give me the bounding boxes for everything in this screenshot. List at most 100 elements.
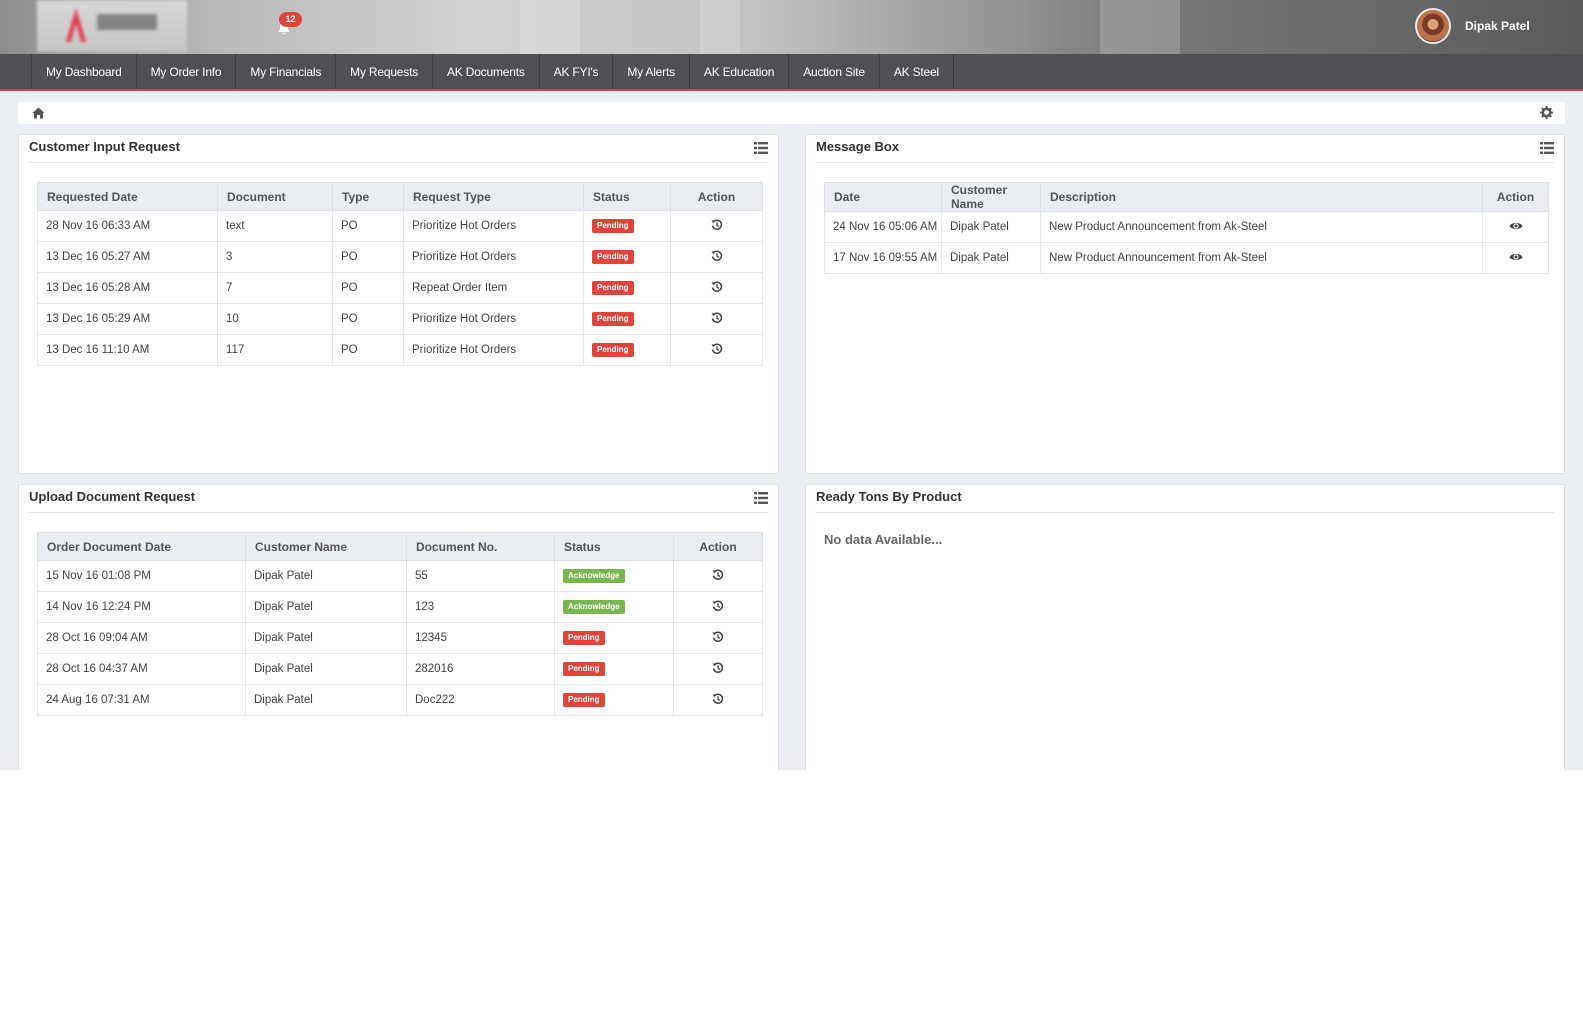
user-name: Dipak Patel (1465, 19, 1530, 33)
message-box-panel: Message Box Date Customer Name Descripti… (805, 134, 1565, 474)
eye-icon[interactable] (1509, 221, 1523, 234)
ready-tons-panel: Ready Tons By Product No data Available.… (805, 484, 1565, 770)
panel-title: Customer Input Request (29, 139, 180, 154)
customer-name: Dipak Patel (941, 242, 1041, 274)
nav-my-alerts[interactable]: My Alerts (613, 54, 690, 89)
nav-my-dashboard[interactable]: My Dashboard (31, 54, 137, 89)
nav-auction-site[interactable]: Auction Site (789, 54, 880, 89)
requested-date: 13 Dec 16 05:29 AM (37, 303, 218, 335)
table-row: 14 Nov 16 12:24 PM Dipak Patel 123 Ackno… (37, 591, 763, 623)
list-icon[interactable] (754, 491, 768, 509)
order-document-date: 28 Oct 16 09:04 AM (37, 622, 246, 654)
table-row: 28 Oct 16 04:37 AM Dipak Patel 282016 Pe… (37, 653, 763, 685)
history-icon[interactable] (711, 219, 723, 234)
document-number: 282016 (406, 653, 555, 685)
status-badge: Pending (592, 312, 634, 326)
column-header[interactable]: Document No. (406, 532, 555, 561)
panel-title: Ready Tons By Product (816, 489, 962, 504)
table-row: 13 Dec 16 05:27 AM 3 PO Prioritize Hot O… (37, 241, 763, 273)
customer-name: Dipak Patel (245, 653, 407, 685)
table-row: 24 Nov 16 05:06 AM Dipak Patel New Produ… (824, 211, 1549, 243)
user-menu[interactable]: Dipak Patel (1415, 7, 1530, 45)
customer-input-request-panel: Customer Input Request Requested Date Do… (18, 134, 779, 474)
column-header[interactable]: Requested Date (37, 182, 218, 211)
history-icon[interactable] (712, 569, 724, 584)
column-header[interactable]: Customer Name (941, 182, 1041, 212)
history-icon[interactable] (711, 312, 723, 327)
history-icon[interactable] (712, 631, 724, 646)
type: PO (332, 241, 404, 273)
column-header[interactable]: Customer Name (245, 532, 407, 561)
column-header[interactable]: Request Type (403, 182, 584, 211)
nav-my-requests[interactable]: My Requests (336, 54, 433, 89)
table-row: 13 Dec 16 05:28 AM 7 PO Repeat Order Ite… (37, 272, 763, 304)
column-header[interactable]: Document (217, 182, 333, 211)
gear-icon[interactable] (1540, 106, 1553, 124)
home-icon[interactable] (32, 106, 45, 124)
history-icon[interactable] (711, 343, 723, 358)
type: PO (332, 303, 404, 335)
description: New Product Announcement from Ak-Steel (1040, 242, 1483, 274)
company-logo[interactable] (37, 0, 187, 52)
panel-title: Message Box (816, 139, 900, 154)
table-row: 28 Nov 16 06:33 AM text PO Prioritize Ho… (37, 210, 763, 242)
status-badge: Acknowledge (563, 600, 625, 614)
status-badge: Pending (592, 343, 634, 357)
column-header: Action (673, 532, 763, 561)
column-header[interactable]: Description (1040, 182, 1483, 212)
upload-document-table: Order Document Date Customer Name Docume… (37, 532, 763, 716)
eye-icon[interactable] (1509, 252, 1523, 265)
column-header[interactable]: Status (554, 532, 674, 561)
column-header[interactable]: Status (583, 182, 671, 211)
requested-date: 13 Dec 16 05:27 AM (37, 241, 218, 273)
customer-name: Dipak Patel (245, 684, 407, 716)
status-badge: Pending (563, 631, 605, 645)
column-header[interactable]: Order Document Date (37, 532, 246, 561)
request-type: Repeat Order Item (403, 272, 584, 304)
table-header-row: Requested Date Document Type Request Typ… (37, 182, 763, 211)
nav-my-financials[interactable]: My Financials (236, 54, 337, 89)
column-header[interactable]: Date (824, 182, 942, 212)
type: PO (332, 334, 404, 366)
history-icon[interactable] (712, 693, 724, 708)
table-row: 15 Nov 16 01:08 PM Dipak Patel 55 Acknow… (37, 560, 763, 592)
document-number: 12345 (406, 622, 555, 654)
history-icon[interactable] (711, 281, 723, 296)
column-header[interactable]: Type (332, 182, 404, 211)
nav-my-order-info[interactable]: My Order Info (137, 54, 237, 89)
header-banner: 12 Dipak Patel (0, 0, 1583, 54)
request-type: Prioritize Hot Orders (403, 241, 584, 273)
nav-ak-documents[interactable]: AK Documents (433, 54, 540, 89)
nav-ak-fyis[interactable]: AK FYI's (540, 54, 614, 89)
document: 3 (217, 241, 333, 273)
requested-date: 13 Dec 16 05:28 AM (37, 272, 218, 304)
status-badge: Pending (563, 693, 605, 707)
table-row: 24 Aug 16 07:31 AM Dipak Patel Doc222 Pe… (37, 684, 763, 716)
request-type: Prioritize Hot Orders (403, 210, 584, 242)
list-icon[interactable] (754, 141, 768, 159)
requested-date: 13 Dec 16 11:10 AM (37, 334, 218, 366)
document: 117 (217, 334, 333, 366)
request-type: Prioritize Hot Orders (403, 303, 584, 335)
table-row: 17 Nov 16 09:55 AM Dipak Patel New Produ… (824, 242, 1549, 274)
breadcrumb (18, 102, 1565, 124)
status-badge: Pending (592, 219, 634, 233)
customer-name: Dipak Patel (941, 211, 1041, 243)
nav-ak-education[interactable]: AK Education (690, 54, 790, 89)
app-root: 12 Dipak Patel My Dashboard My Order Inf… (0, 0, 1583, 770)
requested-date: 28 Nov 16 06:33 AM (37, 210, 218, 242)
main-nav: My Dashboard My Order Info My Financials… (0, 54, 1583, 91)
message-box-table: Date Customer Name Description Action 24… (824, 182, 1549, 274)
document: text (217, 210, 333, 242)
history-icon[interactable] (712, 662, 724, 677)
nav-ak-steel[interactable]: AK Steel (880, 54, 954, 89)
list-icon[interactable] (1540, 141, 1554, 159)
history-icon[interactable] (711, 250, 723, 265)
notifications-button[interactable]: 12 (276, 12, 304, 40)
type: PO (332, 210, 404, 242)
order-document-date: 14 Nov 16 12:24 PM (37, 591, 246, 623)
customer-name: Dipak Patel (245, 560, 407, 592)
history-icon[interactable] (712, 600, 724, 615)
order-document-date: 15 Nov 16 01:08 PM (37, 560, 246, 592)
table-row: 28 Oct 16 09:04 AM Dipak Patel 12345 Pen… (37, 622, 763, 654)
